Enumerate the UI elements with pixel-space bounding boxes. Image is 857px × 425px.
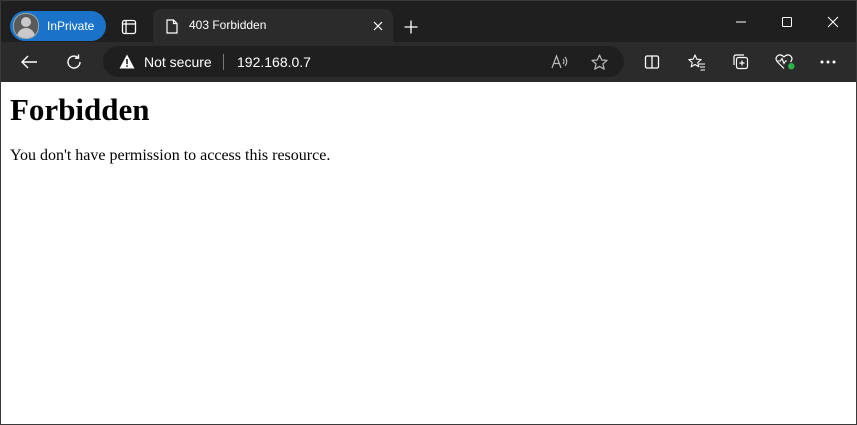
page-message: You don't have permission to access this… (10, 147, 331, 164)
maximize-icon[interactable] (764, 1, 810, 42)
tab-actions-icon[interactable] (115, 13, 143, 41)
split-screen-icon[interactable] (638, 48, 666, 76)
collections-icon[interactable] (727, 48, 755, 76)
heart-pulse-icon[interactable] (771, 48, 799, 76)
warning-icon[interactable] (119, 54, 135, 69)
divider (223, 54, 224, 70)
page-icon (166, 19, 178, 34)
page-heading: Forbidden (10, 92, 150, 127)
refresh-icon[interactable] (60, 48, 88, 76)
title-bar: InPrivate 403 Forbidden (1, 1, 856, 42)
avatar (13, 13, 39, 39)
tab-active[interactable]: 403 Forbidden (153, 9, 393, 42)
address-bar[interactable]: Not secure 192.168.0.7 (103, 46, 624, 77)
url-text[interactable]: 192.168.0.7 (237, 54, 311, 70)
close-icon[interactable] (810, 1, 856, 42)
page-content: Forbidden You don't have permission to a… (1, 82, 856, 424)
more-icon[interactable] (814, 48, 842, 76)
inprivate-button[interactable]: InPrivate (10, 11, 106, 41)
favorites-icon[interactable] (683, 48, 711, 76)
browser-window: InPrivate 403 Forbidden Not secure 192.1… (0, 0, 857, 425)
read-aloud-icon[interactable] (549, 51, 571, 73)
security-label[interactable]: Not secure (144, 54, 212, 70)
close-icon[interactable] (369, 17, 387, 35)
minimize-icon[interactable] (718, 1, 764, 42)
toolbar: Not secure 192.168.0.7 (1, 42, 856, 82)
star-icon[interactable] (588, 51, 610, 73)
back-arrow-icon[interactable] (15, 48, 43, 76)
inprivate-label: InPrivate (47, 19, 95, 33)
plus-icon[interactable] (397, 13, 425, 41)
tab-title: 403 Forbidden (189, 18, 267, 32)
